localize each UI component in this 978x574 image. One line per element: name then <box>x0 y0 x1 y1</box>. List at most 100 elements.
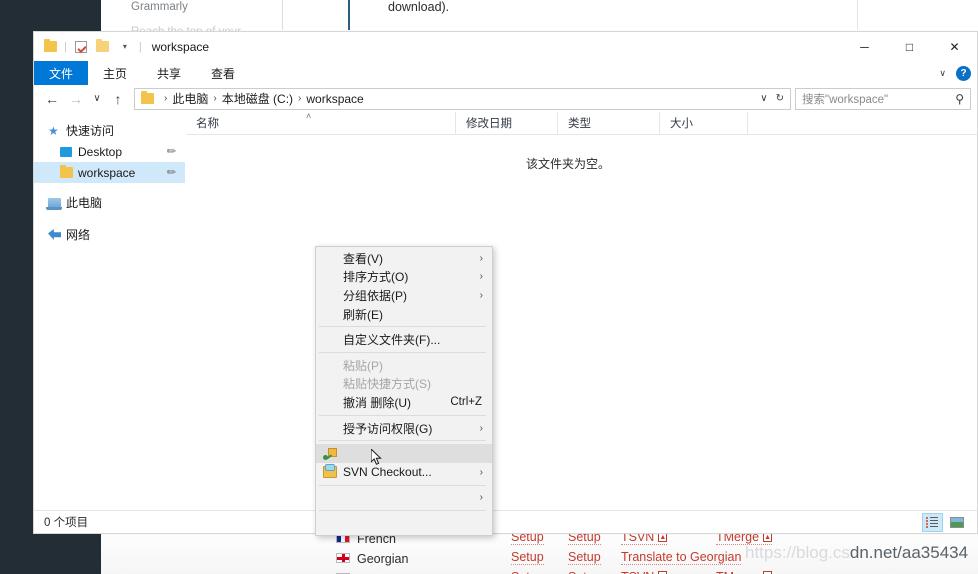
column-header-date-modified[interactable]: 修改日期 <box>456 111 558 135</box>
menu-separator <box>319 440 486 442</box>
sidebar-item-this-pc[interactable]: 此电脑 <box>34 192 185 213</box>
chevron-right-icon: › <box>479 289 483 301</box>
setup-link[interactable]: Setup <box>511 550 544 565</box>
language-name: Georgian <box>357 551 409 566</box>
large-icons-view-icon <box>949 516 964 528</box>
recent-locations-button[interactable]: ∨ <box>88 88 106 110</box>
file-list-pane: 名称 ˄ 修改日期 类型 大小 该文件夹为空。 <box>186 110 977 510</box>
quick-access-toolbar: | ▾ | <box>34 37 144 57</box>
setup-link[interactable]: Setup <box>568 570 601 574</box>
refresh-icon[interactable]: ↻ <box>776 93 784 104</box>
breadcrumb-item-local-disk[interactable]: 本地磁盘 (C:) <box>222 90 293 107</box>
close-button[interactable]: ✕ <box>932 32 977 61</box>
menu-item-shortcut: Ctrl+Z <box>450 396 482 409</box>
sidebar-item-label: Desktop <box>78 144 123 159</box>
column-headers: 名称 ˄ 修改日期 类型 大小 <box>186 110 977 135</box>
window-title: workspace <box>151 39 210 54</box>
tab-home[interactable]: 主页 <box>88 61 142 85</box>
breadcrumb-separator: › <box>164 93 168 104</box>
breadcrumb-item-this-pc[interactable]: 此电脑 <box>172 90 208 107</box>
chevron-down-icon[interactable]: ▾ <box>115 37 135 57</box>
chevron-right-icon: › <box>479 466 483 478</box>
minimize-button[interactable]: ─ <box>842 32 887 61</box>
menu-item-sort-by[interactable]: 排序方式(O) › <box>316 268 492 287</box>
sidebar-item-label: 网络 <box>66 228 91 242</box>
search-placeholder: 搜索"workspace" <box>802 93 889 106</box>
desktop-icon <box>60 146 78 157</box>
menu-item-refresh[interactable]: 刷新(E) <box>316 305 492 324</box>
chevron-right-icon: › <box>479 252 483 264</box>
details-view-button[interactable] <box>922 512 943 532</box>
large-icons-view-button[interactable] <box>946 513 967 532</box>
menu-item-customize-folder[interactable]: 自定义文件夹(F)... <box>316 330 492 349</box>
ribbon-tab-bar: 文件 主页 共享 查看 ∨ ? <box>34 61 977 85</box>
tmerge-doc-link[interactable]: TMerge▲ <box>716 570 773 574</box>
sidebar-item-desktop[interactable]: Desktop ✐ <box>34 141 185 162</box>
menu-separator <box>319 484 486 486</box>
menu-item-tortoisesvn[interactable]: SVN Checkout... › <box>316 463 492 482</box>
details-view-icon <box>926 516 939 528</box>
back-button[interactable]: ← <box>40 88 64 110</box>
translate-link[interactable]: Translate to Georgian <box>621 550 742 565</box>
menu-item-paste-shortcut: 粘贴快捷方式(S) <box>343 377 431 392</box>
breadcrumb[interactable]: › 此电脑 › 本地磁盘 (C:) › workspace ∨ ↻ <box>134 87 791 110</box>
background-note-download: download). <box>388 0 450 14</box>
view-toggle-group <box>922 512 967 532</box>
file-explorer-window: | ▾ | workspace ─ □ ✕ 文件 主页 共享 查看 ∨ ? ← … <box>33 31 978 534</box>
background-column-divider <box>282 0 283 30</box>
window-controls: ─ □ ✕ <box>842 32 977 61</box>
menu-item-group-by[interactable]: 分组依据(P) › <box>316 286 492 305</box>
folder-icon <box>141 91 154 104</box>
network-icon <box>48 229 66 240</box>
background-note-grammarly: Grammarly <box>131 1 188 13</box>
menu-item-undo-delete[interactable]: 撤消 删除(U) Ctrl+Z <box>316 393 492 412</box>
this-pc-icon <box>46 197 66 210</box>
chevron-down-icon[interactable]: ∨ <box>939 68 946 79</box>
column-header-name[interactable]: 名称 ˄ <box>186 110 456 135</box>
breadcrumb-item-workspace[interactable]: workspace <box>306 92 363 106</box>
tab-view[interactable]: 查看 <box>196 61 250 85</box>
help-icon[interactable]: ? <box>956 65 971 81</box>
svn-checkout-icon <box>322 446 337 461</box>
pin-icon[interactable]: ✐ <box>163 144 179 159</box>
tsvn-doc-link[interactable]: TSVN▲ <box>621 570 668 574</box>
address-bar: ← → ∨ ↑ › 此电脑 › 本地磁盘 (C:) › workspace ∨ … <box>34 85 977 112</box>
menu-separator <box>319 326 486 328</box>
column-header-size[interactable]: 大小 <box>660 111 748 135</box>
flag-georgia-icon <box>336 552 350 563</box>
pin-icon[interactable]: ✐ <box>163 165 179 180</box>
menu-item-svn-checkout[interactable] <box>316 444 492 463</box>
sidebar-item-workspace[interactable]: workspace ✐ <box>34 162 185 183</box>
new-folder-icon[interactable] <box>93 37 113 57</box>
file-list-area[interactable]: 该文件夹为空。 <box>186 135 977 510</box>
menu-item-grant-access[interactable]: 授予访问权限(G) › <box>316 419 492 438</box>
menu-item-new[interactable]: › <box>316 489 492 508</box>
tab-share[interactable]: 共享 <box>142 61 196 85</box>
sidebar-item-network[interactable]: 网络 <box>34 224 185 245</box>
star-icon: ★ <box>48 123 59 138</box>
search-input[interactable]: 搜索"workspace" ⚲ <box>795 87 971 110</box>
menu-item-properties[interactable] <box>316 514 492 533</box>
sidebar-item-label: 此电脑 <box>66 196 103 210</box>
tab-file[interactable]: 文件 <box>34 61 89 85</box>
chevron-down-icon[interactable]: ∨ <box>760 93 767 104</box>
navigation-pane: ★ 快速访问 Desktop ✐ workspace ✐ 此电脑 网络 <box>34 112 186 510</box>
setup-link[interactable]: Setup <box>568 550 601 565</box>
setup-link[interactable]: Setup <box>511 570 544 574</box>
menu-separator <box>319 414 486 416</box>
folder-icon[interactable] <box>40 37 60 57</box>
properties-checkbox-icon[interactable] <box>71 37 91 57</box>
sidebar-item-quick-access[interactable]: ★ 快速访问 <box>34 120 185 141</box>
list-item: Georgian Setup Setup Translate to Georgi… <box>336 550 742 570</box>
title-bar: | ▾ | workspace ─ □ ✕ <box>34 32 977 61</box>
chevron-right-icon: › <box>479 492 483 504</box>
up-button[interactable]: ↑ <box>106 88 130 110</box>
forward-button[interactable]: → <box>64 88 88 110</box>
mouse-cursor <box>371 449 382 465</box>
sort-ascending-icon: ˄ <box>306 110 312 121</box>
column-header-type[interactable]: 类型 <box>558 111 660 135</box>
maximize-button[interactable]: □ <box>887 32 932 61</box>
menu-item-view[interactable]: 查看(V) › <box>316 249 492 268</box>
search-icon[interactable]: ⚲ <box>955 92 964 106</box>
toolbar-divider: | <box>138 40 142 53</box>
